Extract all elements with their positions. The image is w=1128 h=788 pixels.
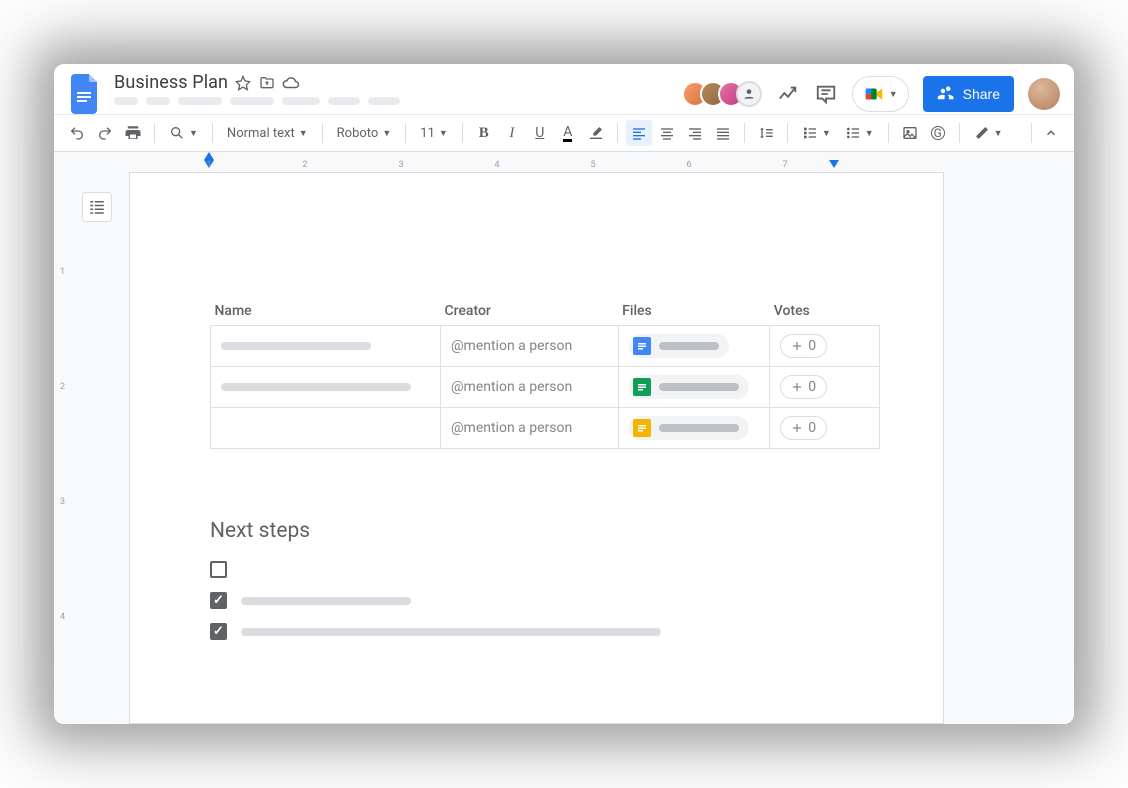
table-header-files: Files	[618, 303, 770, 326]
mention-placeholder[interactable]: @mention a person	[440, 408, 618, 449]
cloud-saved-icon[interactable]	[282, 74, 300, 92]
ruler-tick: 6	[686, 160, 691, 170]
menu-item[interactable]	[178, 97, 222, 105]
table-row[interactable]: @mention a person 0	[211, 408, 880, 449]
checklist-button[interactable]: ▼	[796, 120, 837, 146]
move-to-folder-icon[interactable]	[258, 74, 276, 92]
placeholder-text	[241, 628, 661, 636]
bulleted-list-button[interactable]: ▼	[839, 120, 880, 146]
menu-item[interactable]	[368, 97, 400, 105]
section-heading[interactable]: Next steps	[210, 519, 873, 543]
ruler-tick: 2	[302, 160, 307, 170]
menu-item[interactable]	[146, 97, 170, 105]
placeholder-text	[221, 342, 371, 350]
ruler-tick: 5	[590, 160, 595, 170]
placeholder-text	[241, 597, 411, 605]
horizontal-ruler[interactable]: 1 2 3 4 5 6 7	[54, 152, 1074, 172]
checklist-item[interactable]	[210, 561, 873, 578]
docs-icon	[633, 337, 651, 355]
underline-button[interactable]: U	[527, 120, 553, 146]
title-bar: Business Plan	[54, 64, 1074, 114]
document-area: 1234 Name Creator Files Votes @mention a…	[54, 172, 1074, 724]
table-header-name: Name	[211, 303, 441, 326]
table-header-votes: Votes	[770, 303, 880, 326]
collapse-toolbar-button[interactable]	[1038, 120, 1064, 146]
menu-item[interactable]	[230, 97, 274, 105]
text-color-button[interactable]: A	[555, 120, 581, 146]
mention-placeholder[interactable]: @mention a person	[440, 326, 618, 367]
ruler-tick: 7	[782, 160, 787, 170]
mention-placeholder[interactable]: @mention a person	[440, 367, 618, 408]
file-chip[interactable]	[629, 334, 729, 358]
vote-chip[interactable]: 0	[780, 334, 827, 358]
menu-bar[interactable]	[114, 97, 672, 105]
share-label: Share	[963, 86, 1000, 102]
activity-icon[interactable]	[776, 82, 800, 106]
checkbox[interactable]	[210, 623, 227, 640]
ruler-tick: 3	[398, 160, 403, 170]
ruler-tick: 1	[206, 160, 211, 170]
sheets-icon	[633, 378, 651, 396]
zoom-dropdown[interactable]: ▼	[163, 120, 204, 146]
table-row[interactable]: @mention a person 0	[211, 326, 880, 367]
table-row[interactable]: @mention a person 0	[211, 367, 880, 408]
align-center-button[interactable]	[654, 120, 680, 146]
vote-chip[interactable]: 0	[780, 416, 827, 440]
title-main: Business Plan	[114, 72, 672, 105]
left-indent-marker[interactable]	[204, 152, 214, 160]
building-blocks-table[interactable]: Name Creator Files Votes @mention a pers…	[210, 303, 880, 449]
share-button[interactable]: Share	[923, 76, 1014, 112]
checklist-item[interactable]	[210, 592, 873, 609]
checkbox[interactable]	[210, 592, 227, 609]
comments-icon[interactable]	[814, 82, 838, 106]
collaborator-avatars[interactable]	[682, 81, 762, 107]
menu-item[interactable]	[282, 97, 320, 105]
header-right: ▼ Share	[682, 76, 1060, 112]
editing-mode-button[interactable]: ▼	[968, 120, 1009, 146]
toolbar: ▼ Normal text▼ Roboto▼ 11▼ B I U A ▼ ▼ G…	[54, 114, 1074, 152]
docs-app-icon[interactable]	[68, 76, 104, 112]
checklist-item[interactable]	[210, 623, 873, 640]
ruler-tick: 4	[494, 160, 499, 170]
paragraph-style-dropdown[interactable]: Normal text▼	[221, 120, 314, 146]
font-dropdown[interactable]: Roboto▼	[331, 120, 398, 146]
insert-link-button[interactable]: G	[925, 120, 951, 146]
profile-avatar[interactable]	[1028, 78, 1060, 110]
insert-image-button[interactable]	[897, 120, 923, 146]
slides-icon	[633, 419, 651, 437]
menu-item[interactable]	[328, 97, 360, 105]
table-header-creator: Creator	[440, 303, 618, 326]
file-chip[interactable]	[629, 416, 749, 440]
bold-button[interactable]: B	[471, 120, 497, 146]
print-button[interactable]	[120, 120, 146, 146]
file-chip[interactable]	[629, 375, 749, 399]
font-size-dropdown[interactable]: 11▼	[414, 120, 454, 146]
vote-chip[interactable]: 0	[780, 375, 827, 399]
document-title[interactable]: Business Plan	[114, 72, 228, 93]
checkbox[interactable]	[210, 561, 227, 578]
collaborator-avatar[interactable]	[736, 81, 762, 107]
align-justify-button[interactable]	[710, 120, 736, 146]
document-page[interactable]: Name Creator Files Votes @mention a pers…	[129, 172, 944, 724]
chevron-down-icon: ▼	[889, 89, 898, 100]
undo-button[interactable]	[64, 120, 90, 146]
placeholder-text	[221, 383, 411, 391]
checklist[interactable]	[210, 561, 873, 640]
outline-toggle-button[interactable]	[82, 192, 112, 222]
right-indent-marker[interactable]	[829, 160, 839, 168]
align-left-button[interactable]	[626, 120, 652, 146]
menu-item[interactable]	[114, 97, 138, 105]
align-right-button[interactable]	[682, 120, 708, 146]
star-icon[interactable]	[234, 74, 252, 92]
highlight-button[interactable]	[583, 120, 609, 146]
app-window: Business Plan	[54, 64, 1074, 724]
redo-button[interactable]	[92, 120, 118, 146]
line-spacing-button[interactable]	[753, 120, 779, 146]
italic-button[interactable]: I	[499, 120, 525, 146]
meet-button[interactable]: ▼	[852, 76, 909, 112]
